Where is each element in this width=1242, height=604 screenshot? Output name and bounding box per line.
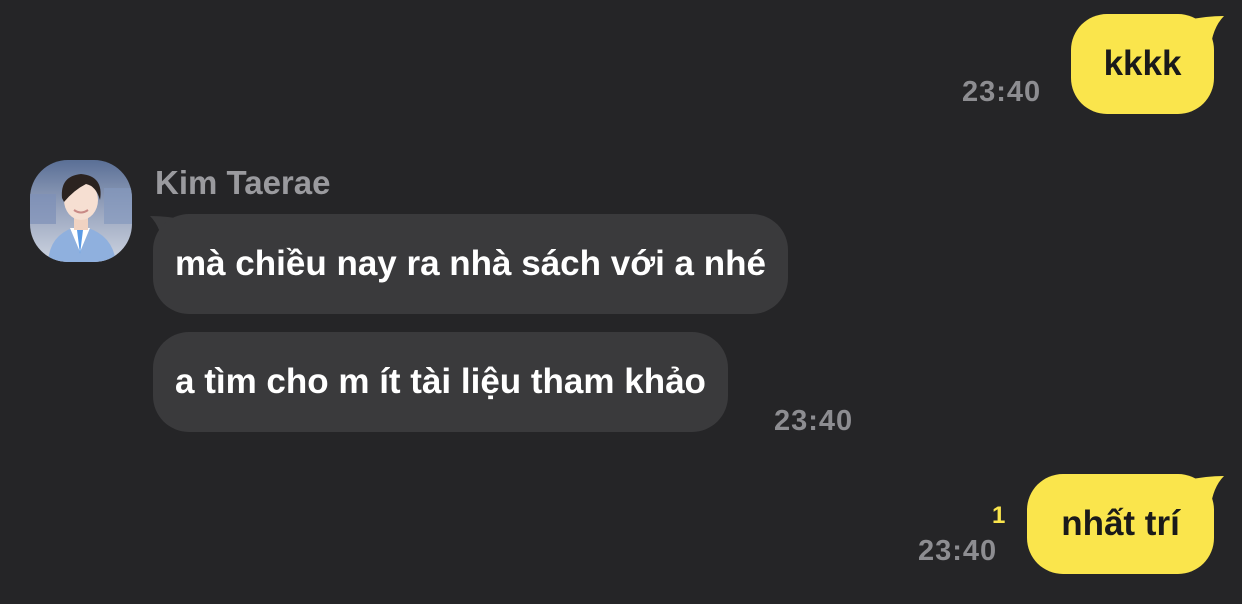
avatar[interactable] [30, 160, 132, 262]
message-text: kkkk [1103, 44, 1182, 83]
incoming-message-bubble[interactable]: mà chiều nay ra nhà sách với a nhé [153, 214, 788, 314]
sender-name: Kim Taerae [155, 164, 331, 201]
outgoing-message-bubble[interactable]: nhất trí [1027, 474, 1214, 574]
message-text: nhất trí [1061, 504, 1180, 543]
message-timestamp: 23:40 [774, 405, 854, 437]
outgoing-message-bubble[interactable]: kkkk [1071, 14, 1214, 114]
message-text: a tìm cho m ít tài liệu tham khảo [175, 362, 706, 401]
incoming-message-bubble[interactable]: a tìm cho m ít tài liệu tham khảo [153, 332, 728, 432]
message-timestamp: 23:40 [918, 535, 998, 567]
profile-avatar-icon [30, 160, 132, 262]
message-timestamp: 23:40 [962, 76, 1042, 108]
unread-count-badge: 1 [992, 502, 1006, 529]
message-text: mà chiều nay ra nhà sách với a nhé [175, 244, 766, 283]
